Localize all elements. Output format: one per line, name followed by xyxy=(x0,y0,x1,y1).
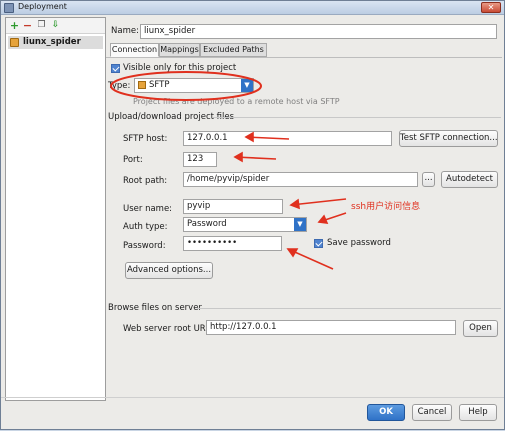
deployment-window: Deployment ✕ + − ❐ ⇩ liunx_spider Name: … xyxy=(0,0,505,430)
dialog-footer: OK Cancel Help xyxy=(1,397,504,429)
cancel-button[interactable]: Cancel xyxy=(412,404,452,421)
help-button[interactable]: Help xyxy=(459,404,497,421)
annotation-arrowhead xyxy=(317,214,329,224)
annotation-arrowhead xyxy=(289,198,300,210)
annotation-overlay xyxy=(110,71,347,270)
type-highlight-ellipse xyxy=(110,71,262,101)
annotation-arrowhead xyxy=(244,131,254,143)
ok-button[interactable]: OK xyxy=(367,404,405,421)
annotation-arrowhead xyxy=(286,248,299,258)
annotation-arrowhead xyxy=(233,151,243,163)
